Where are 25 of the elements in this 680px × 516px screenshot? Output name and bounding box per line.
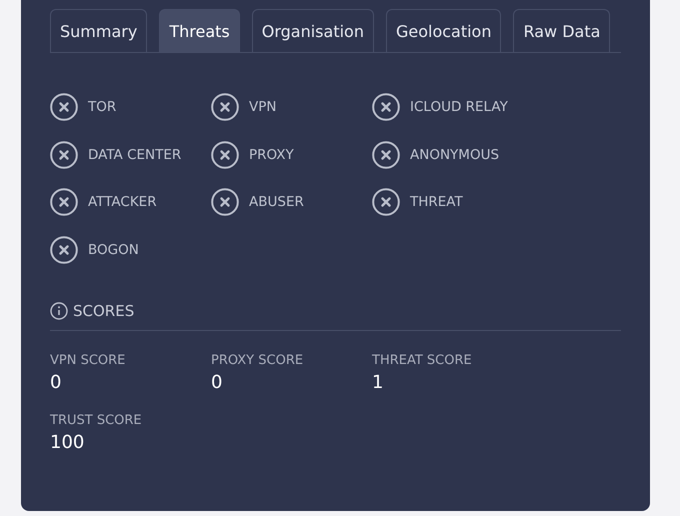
flag-label: ANONYMOUS	[410, 146, 500, 162]
flag-label: BOGON	[88, 242, 139, 258]
flag-label: ATTACKER	[88, 194, 157, 210]
flag-label: ABUSER	[249, 194, 304, 210]
tab[interactable]: Summary	[50, 9, 148, 52]
score-value: 1	[372, 372, 384, 392]
score-label: TRUST SCORE	[50, 412, 143, 428]
score-label: VPN SCORE	[50, 352, 126, 368]
flag-label: VPN	[249, 99, 276, 115]
score-label: PROXY SCORE	[211, 352, 304, 368]
section-title: SCORES	[73, 302, 134, 320]
flag-label: TOR	[88, 99, 116, 115]
flag-label: ICLOUD RELAY	[410, 99, 508, 115]
tab[interactable]: Threats	[159, 9, 240, 52]
score-label: THREAT SCORE	[372, 352, 473, 368]
tab[interactable]: Organisation	[252, 9, 374, 52]
tab[interactable]: Geolocation	[386, 9, 502, 52]
tab[interactable]: Raw Data	[513, 9, 610, 52]
flag-label: THREAT	[410, 194, 463, 210]
score-value: 100	[50, 432, 86, 452]
score-value: 0	[211, 372, 224, 392]
score-value: 0	[50, 372, 62, 392]
flag-label: PROXY	[249, 146, 294, 162]
info-icon	[50, 302, 68, 320]
flag-label: DATA CENTER	[88, 146, 182, 162]
